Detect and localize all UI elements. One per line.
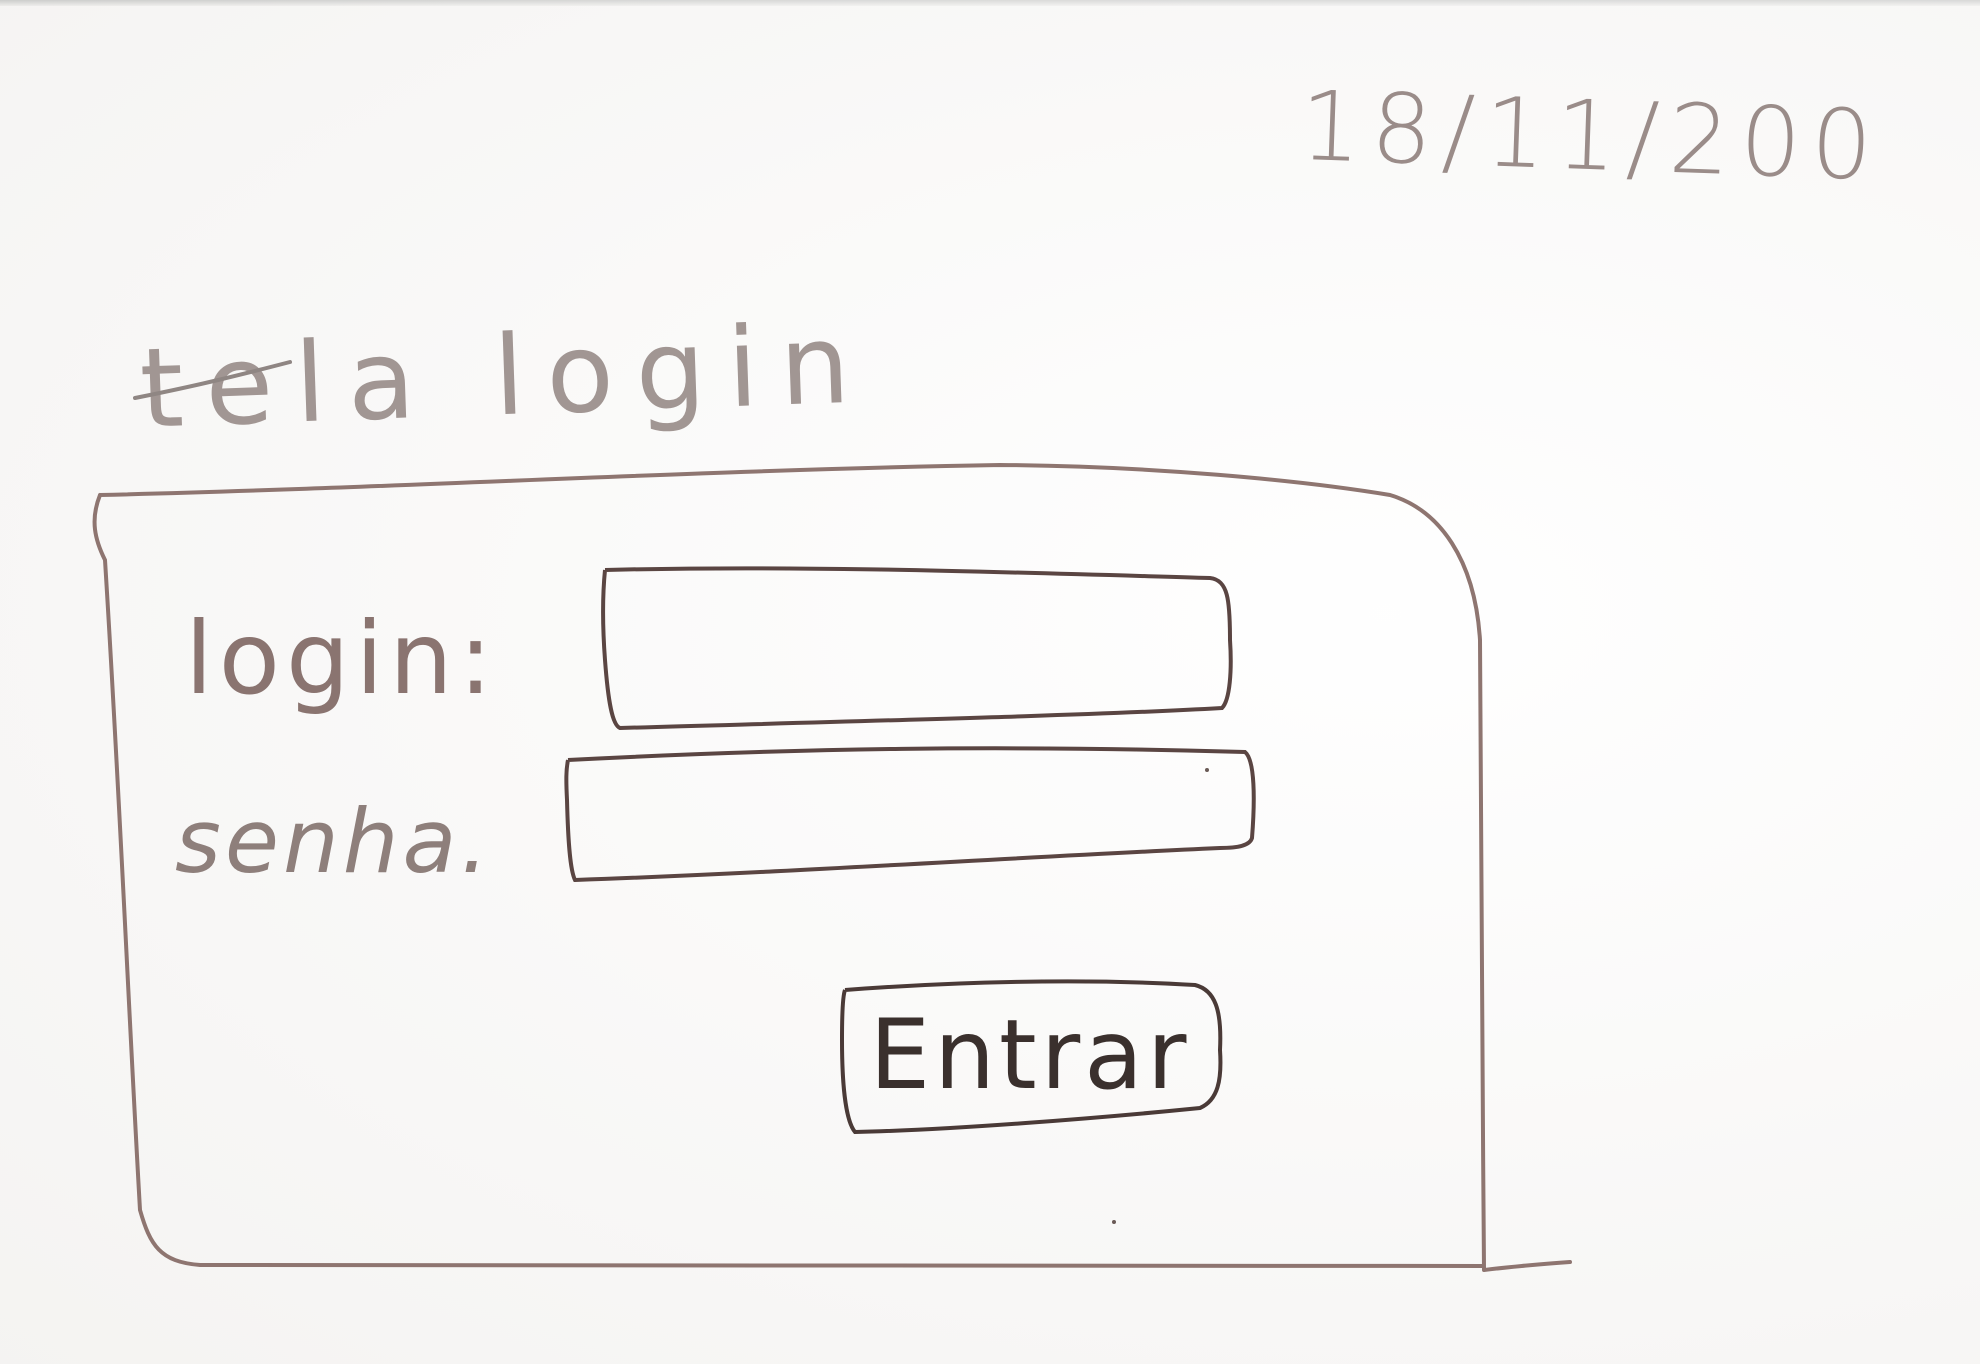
login-input[interactable] xyxy=(605,570,1234,720)
password-label: senha. xyxy=(175,790,493,893)
login-label: login: xyxy=(185,600,499,717)
pen-speck xyxy=(1112,1220,1116,1224)
password-input[interactable] xyxy=(570,750,1254,880)
title-crossbar xyxy=(133,360,292,400)
pen-speck xyxy=(1205,768,1209,772)
submit-button[interactable]: Entrar xyxy=(840,985,1220,1125)
